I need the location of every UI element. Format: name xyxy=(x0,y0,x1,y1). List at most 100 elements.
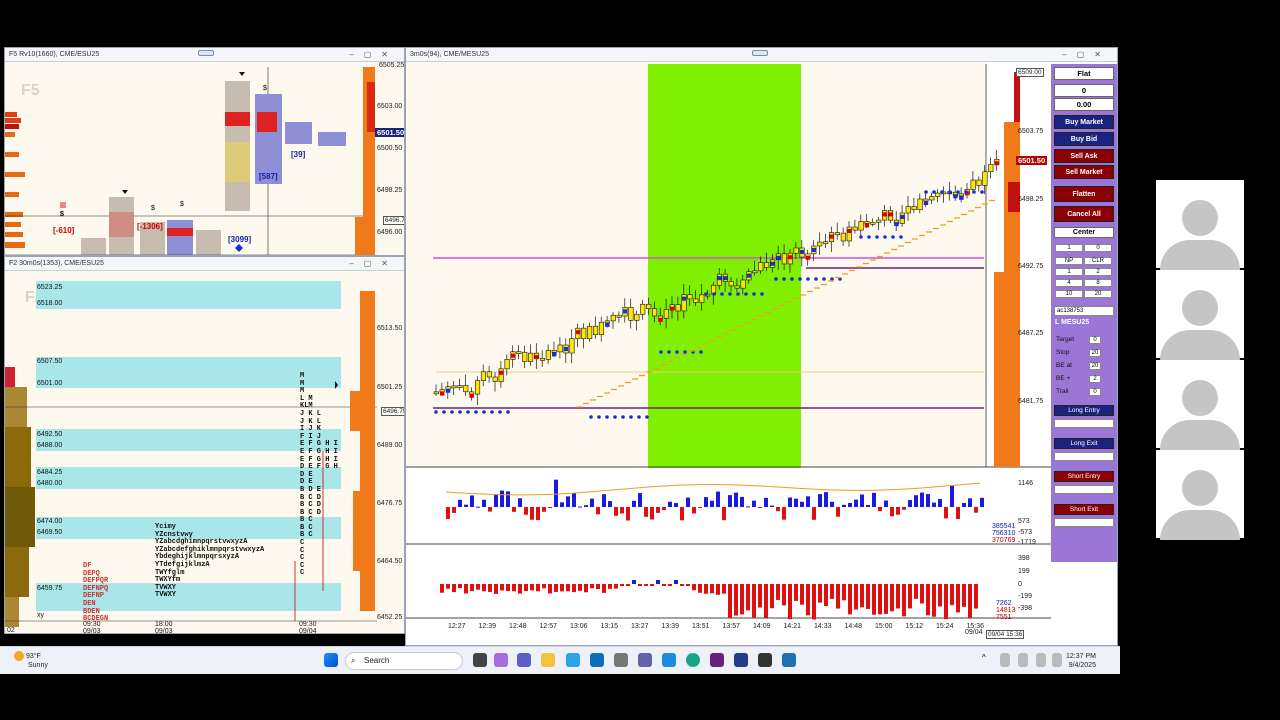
main-chart-window[interactable]: 3m0s(94), CME/MESU25 –▢✕ 6509.00 6503.75… xyxy=(405,47,1118,646)
qty-cell[interactable]: 1 xyxy=(1055,244,1083,252)
tray-chevron-icon[interactable]: ^ xyxy=(982,653,990,667)
delta-bar xyxy=(560,502,564,507)
app-icon[interactable] xyxy=(782,653,796,667)
candle-marker xyxy=(776,255,781,260)
f2-chart-window[interactable]: F2 30m0s(1353), CME/ESU25 –▢✕ F2 6523.25… xyxy=(4,256,405,634)
strategy-section-button[interactable]: Long Entry xyxy=(1054,405,1114,416)
teams-chat-icon[interactable] xyxy=(638,653,652,667)
cum-delta-bar xyxy=(890,584,894,612)
cum-delta-bar xyxy=(818,584,822,603)
qty-preset[interactable]: 8 xyxy=(1084,279,1112,287)
param-input[interactable]: 0 xyxy=(1089,336,1101,344)
sell-ask-button[interactable]: Sell Ask xyxy=(1054,149,1114,163)
edge-icon[interactable] xyxy=(686,653,700,667)
delta-bar xyxy=(776,507,780,512)
delta-bar xyxy=(704,497,708,507)
cum-delta-bar xyxy=(830,584,834,599)
cum-delta-bar xyxy=(524,584,528,592)
notification-icon[interactable] xyxy=(1052,653,1062,667)
main-titlebar[interactable]: 3m0s(94), CME/MESU25 –▢✕ xyxy=(406,48,1117,62)
candle-marker xyxy=(723,276,728,281)
window-controls[interactable]: –▢✕ xyxy=(349,257,398,271)
param-input[interactable]: 20 xyxy=(1089,349,1101,357)
app-icon[interactable] xyxy=(758,653,772,667)
support-dot xyxy=(474,410,478,414)
participant-video-3 xyxy=(1156,360,1244,450)
delta-bar xyxy=(554,479,558,507)
sell-market-button[interactable]: Sell Market xyxy=(1054,165,1114,179)
center-button[interactable]: Center xyxy=(1054,227,1114,238)
qty-preset[interactable]: 4 xyxy=(1055,279,1083,287)
strategy-dropdown[interactable] xyxy=(1054,452,1114,461)
copilot-icon[interactable] xyxy=(494,653,508,667)
visual-studio-icon[interactable] xyxy=(710,653,724,667)
main-date-marker: 09/04 15:36 xyxy=(986,630,1025,639)
clr-button[interactable]: CLR xyxy=(1084,257,1112,265)
weather-widget[interactable]: 93°F Sunny xyxy=(14,651,48,670)
flatten-button[interactable]: Flatten xyxy=(1054,186,1114,202)
f5-chart-window[interactable]: F5 Rv10(1660), CME/ESU25 –▢✕ F5 $ $ $ $ … xyxy=(4,47,405,256)
f5-footprint-bars xyxy=(81,81,346,255)
cum-delta-bar xyxy=(584,584,588,593)
taskbar-search[interactable]: ⌕ Search xyxy=(345,652,463,670)
qty-preset[interactable]: 2 xyxy=(1084,268,1112,276)
main-drag-handle[interactable] xyxy=(752,50,768,56)
support-dot xyxy=(605,415,609,419)
outlook-icon[interactable] xyxy=(590,653,604,667)
support-dot xyxy=(940,190,944,194)
strategy-section-button[interactable]: Short Exit xyxy=(1054,504,1114,515)
window-controls[interactable]: –▢✕ xyxy=(349,48,398,62)
ind2-axis: 398 xyxy=(1018,555,1030,562)
strategy-dropdown[interactable] xyxy=(1054,518,1114,527)
settings-icon[interactable] xyxy=(614,653,628,667)
delta-bar xyxy=(974,507,978,513)
cum-delta-bar xyxy=(848,584,852,615)
qty-preset[interactable]: 10 xyxy=(1055,290,1083,298)
qty-preset[interactable]: 20 xyxy=(1084,290,1112,298)
candle-body xyxy=(817,241,823,247)
app-icon[interactable] xyxy=(734,653,748,667)
store-icon[interactable] xyxy=(566,653,580,667)
task-view-icon[interactable] xyxy=(473,653,487,667)
network-icon[interactable] xyxy=(1000,653,1010,667)
candle-body xyxy=(699,294,705,303)
support-dot xyxy=(629,415,633,419)
delta-bar xyxy=(470,495,474,507)
param-input[interactable]: 2 xyxy=(1089,375,1101,383)
f5-delta-2: [-1306] xyxy=(137,222,163,231)
support-dot xyxy=(637,415,641,419)
strategy-section-button[interactable]: Long Exit xyxy=(1054,438,1114,449)
f2-titlebar[interactable]: F2 30m0s(1353), CME/ESU25 –▢✕ xyxy=(5,257,404,271)
svg-text:$: $ xyxy=(263,85,267,92)
buy-market-button[interactable]: Buy Market xyxy=(1054,115,1114,129)
delta-bar xyxy=(494,494,498,507)
teams-icon[interactable] xyxy=(517,653,531,667)
mail-icon[interactable] xyxy=(662,653,676,667)
qty-preset[interactable]: 1 xyxy=(1055,268,1083,276)
delta-bar xyxy=(848,502,852,507)
volume-icon[interactable] xyxy=(1018,653,1028,667)
battery-icon[interactable] xyxy=(1036,653,1046,667)
system-clock[interactable]: 12:37 PM 9/4/2025 xyxy=(1066,652,1096,670)
strategy-dropdown[interactable] xyxy=(1054,485,1114,494)
main-chart-canvas[interactable] xyxy=(406,62,1051,646)
qty-cell[interactable]: 0 xyxy=(1084,244,1112,252)
param-label: BE at xyxy=(1056,362,1072,369)
f5-titlebar[interactable]: F5 Rv10(1660), CME/ESU25 –▢✕ xyxy=(5,48,404,62)
param-input[interactable]: 0 xyxy=(1089,388,1101,396)
account-select[interactable]: ac138753 xyxy=(1054,306,1114,316)
support-dot xyxy=(659,350,663,354)
file-explorer-icon[interactable] xyxy=(541,653,555,667)
strategy-dropdown[interactable] xyxy=(1054,419,1114,428)
window-controls[interactable]: –▢✕ xyxy=(1062,48,1111,62)
buy-bid-button[interactable]: Buy Bid xyxy=(1054,132,1114,146)
ind2-axis: -398 xyxy=(1018,605,1033,612)
param-input[interactable]: 20 xyxy=(1089,362,1101,370)
np-button[interactable]: NP xyxy=(1055,257,1083,265)
strategy-section-button[interactable]: Short Entry xyxy=(1054,471,1114,482)
cancel-all-button[interactable]: Cancel All xyxy=(1054,206,1114,222)
windows-start-icon[interactable] xyxy=(324,653,338,667)
f5-drag-handle[interactable] xyxy=(198,50,214,56)
candle-body xyxy=(970,179,976,190)
cum-delta-bar xyxy=(692,584,696,591)
